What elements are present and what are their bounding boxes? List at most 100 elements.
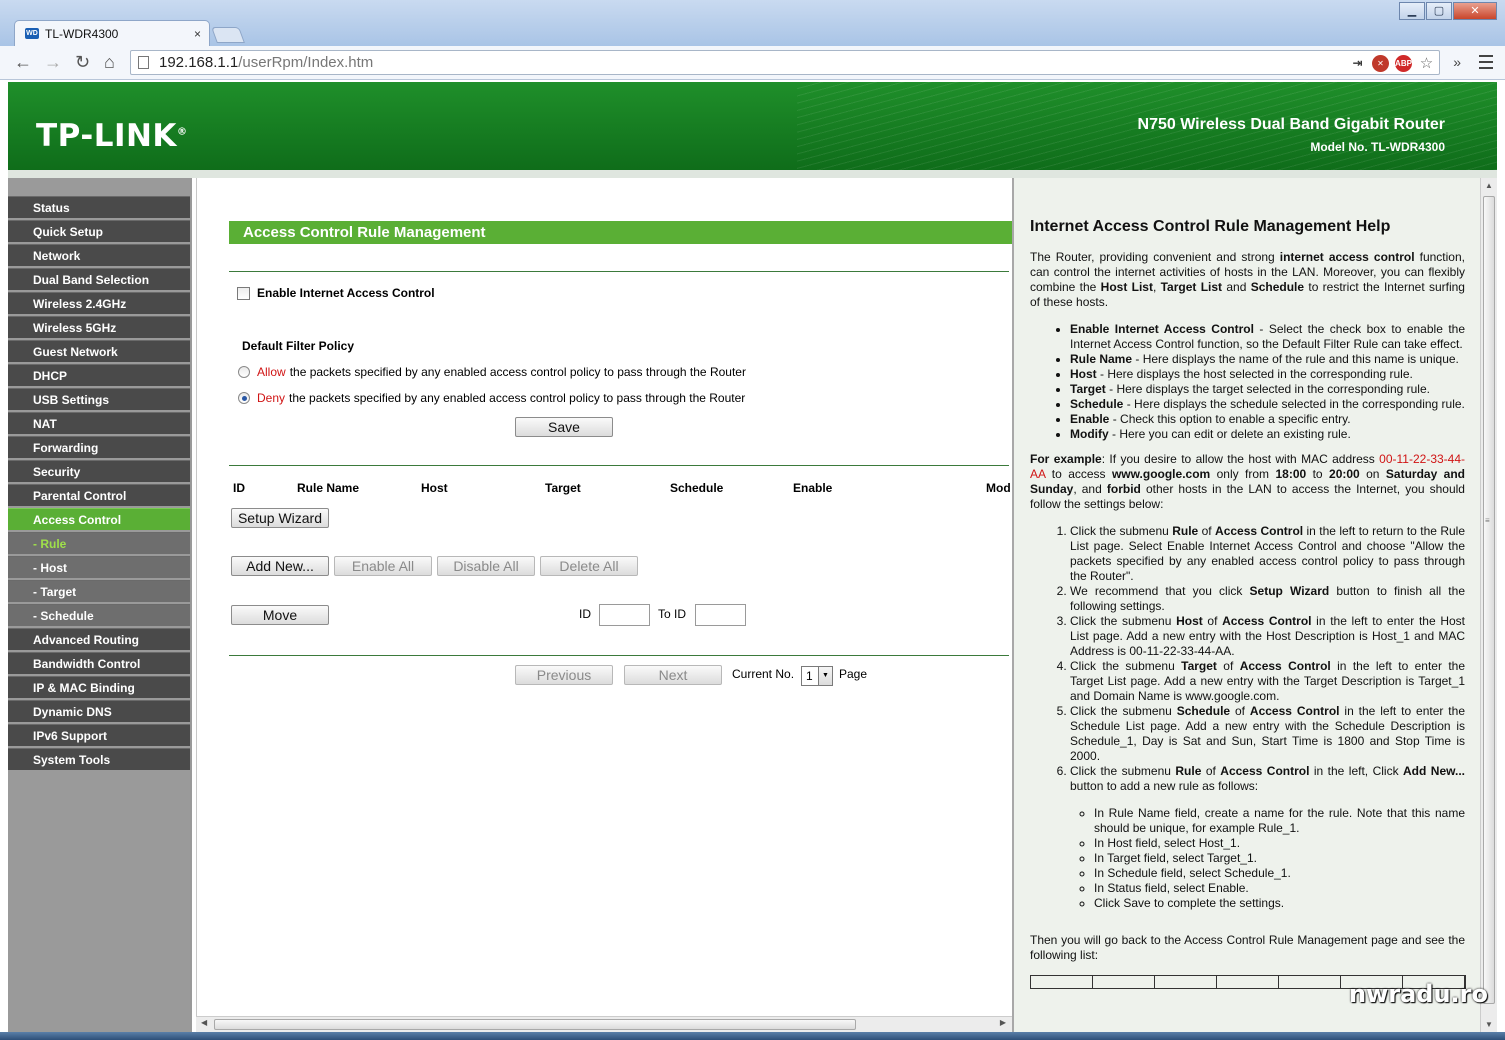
add-new-button[interactable]: Add New... xyxy=(231,556,329,576)
deny-policy-row: Deny the packets specified by any enable… xyxy=(238,391,745,405)
disable-all-button[interactable]: Disable All xyxy=(437,556,535,576)
os-taskbar xyxy=(0,1032,1505,1040)
main-frame: Access Control Rule Management Enable In… xyxy=(196,178,1013,1032)
list-item: We recommend that you click Setup Wizard… xyxy=(1070,584,1465,614)
current-page-select[interactable]: 1 ▼ xyxy=(801,666,833,686)
allow-policy-text: the packets specified by any enabled acc… xyxy=(289,365,746,379)
adblock-icon[interactable]: ABP xyxy=(1395,55,1412,72)
scroll-grip-icon: ≡ xyxy=(1485,516,1490,525)
close-window-button[interactable]: ✕ xyxy=(1453,2,1497,20)
enable-all-button[interactable]: Enable All xyxy=(334,556,432,576)
browser-toolbar: ← → ↻ ⌂ 192.168.1.1/userRpm/Index.htm ⇥ … xyxy=(0,46,1505,80)
submenu-item-target[interactable]: - Target xyxy=(8,580,190,602)
menu-item-advanced-routing[interactable]: Advanced Routing xyxy=(8,628,190,650)
help-example: For example: If you desire to allow the … xyxy=(1030,452,1466,511)
allow-policy-radio[interactable] xyxy=(238,366,250,378)
submenu-item-schedule[interactable]: - Schedule xyxy=(8,604,190,626)
help-steps: Click the submenu Rule of Access Control… xyxy=(1070,524,1465,911)
pin-icon[interactable]: ⇥ xyxy=(1349,55,1366,72)
menu-item-status[interactable]: Status xyxy=(8,196,190,218)
list-item: Enable Internet Access Control - Select … xyxy=(1070,322,1465,352)
help-field-list: Enable Internet Access Control - Select … xyxy=(1070,322,1465,442)
to-id-label: To ID xyxy=(658,607,687,621)
enable-access-control-label: Enable Internet Access Control xyxy=(257,286,435,300)
vertical-scroll-thumb[interactable] xyxy=(1483,196,1495,1004)
divider xyxy=(229,655,1009,656)
vertical-scrollbar[interactable]: ▲ ≡ ▼ xyxy=(1480,178,1497,1032)
list-item: In Status field, select Enable. xyxy=(1094,881,1465,896)
minimize-button[interactable]: ▁ xyxy=(1399,2,1425,20)
browser-tab[interactable]: WD TL-WDR4300 × xyxy=(14,20,210,46)
enable-access-control-row: Enable Internet Access Control xyxy=(237,286,435,300)
new-tab-button[interactable] xyxy=(211,27,245,43)
menu-item-bandwidth-control[interactable]: Bandwidth Control xyxy=(8,652,190,674)
menu-item-usb-settings[interactable]: USB Settings xyxy=(8,388,190,410)
scroll-right-icon[interactable]: ▶ xyxy=(1000,1018,1006,1027)
col-host: Host xyxy=(421,481,448,495)
enable-access-control-checkbox[interactable] xyxy=(237,286,250,300)
menu-item-quick-setup[interactable]: Quick Setup xyxy=(8,220,190,242)
list-item: In Host field, select Host_1. xyxy=(1094,836,1465,851)
col-enable: Enable xyxy=(793,481,833,495)
horizontal-scrollbar[interactable]: ◀ ▶ xyxy=(196,1016,1012,1032)
menu-item-wireless-5ghz[interactable]: Wireless 5GHz xyxy=(8,316,190,338)
browser-menu-icon[interactable] xyxy=(1479,55,1493,69)
reload-icon[interactable]: ↻ xyxy=(75,52,90,73)
scroll-up-icon[interactable]: ▲ xyxy=(1485,181,1493,190)
help-title: Internet Access Control Rule Management … xyxy=(1030,218,1391,235)
menu-item-access-control[interactable]: Access Control xyxy=(8,508,190,530)
maximize-button[interactable]: ▢ xyxy=(1426,2,1452,20)
menu-item-wireless-24ghz[interactable]: Wireless 2.4GHz xyxy=(8,292,190,314)
deny-policy-radio[interactable] xyxy=(238,392,250,404)
submenu-item-host[interactable]: - Host xyxy=(8,556,190,578)
menu-item-ip-mac-binding[interactable]: IP & MAC Binding xyxy=(8,676,190,698)
help-intro: The Router, providing convenient and str… xyxy=(1030,250,1465,309)
previous-button[interactable]: Previous xyxy=(515,665,613,685)
menu-item-ipv6-support[interactable]: IPv6 Support xyxy=(8,724,190,746)
list-item: Enable - Check this option to enable a s… xyxy=(1070,412,1465,427)
id-label: ID xyxy=(579,607,591,621)
forward-arrow-icon[interactable]: → xyxy=(44,52,62,73)
menu-item-dynamic-dns[interactable]: Dynamic DNS xyxy=(8,700,190,722)
menu-item-guest-network[interactable]: Guest Network xyxy=(8,340,190,362)
menu-item-nat[interactable]: NAT xyxy=(8,412,190,434)
menu-item-parental-control[interactable]: Parental Control xyxy=(8,484,190,506)
move-button[interactable]: Move xyxy=(231,605,329,625)
scroll-left-icon[interactable]: ◀ xyxy=(201,1018,207,1027)
home-icon[interactable]: ⌂ xyxy=(104,52,115,73)
move-to-id-input[interactable] xyxy=(695,604,746,626)
delete-all-button[interactable]: Delete All xyxy=(540,556,638,576)
horizontal-scroll-thumb[interactable] xyxy=(214,1019,856,1030)
menu-item-dual-band-selection[interactable]: Dual Band Selection xyxy=(8,268,190,290)
current-no-label: Current No. xyxy=(732,667,795,681)
blocker-icon[interactable]: ✕ xyxy=(1372,55,1389,72)
list-item: Host - Here displays the host selected i… xyxy=(1070,367,1465,382)
url-host: 192.168.1.1 xyxy=(159,54,239,71)
save-button[interactable]: Save xyxy=(515,417,613,437)
more-extensions-icon[interactable]: » xyxy=(1453,54,1461,70)
next-button[interactable]: Next xyxy=(624,665,722,685)
menu-item-network[interactable]: Network xyxy=(8,244,190,266)
setup-wizard-button[interactable]: Setup Wizard xyxy=(231,508,329,528)
menu-item-security[interactable]: Security xyxy=(8,460,190,482)
menu-item-forwarding[interactable]: Forwarding xyxy=(8,436,190,458)
scroll-down-icon[interactable]: ▼ xyxy=(1485,1020,1493,1029)
menu-item-system-tools[interactable]: System Tools xyxy=(8,748,190,770)
dropdown-arrow-icon: ▼ xyxy=(818,667,832,685)
star-icon[interactable]: ☆ xyxy=(1418,55,1435,72)
list-item: Click the submenu Target of Access Contr… xyxy=(1070,659,1465,704)
menu-item-dhcp[interactable]: DHCP xyxy=(8,364,190,386)
move-id-input[interactable] xyxy=(599,604,650,626)
submenu-item-rule[interactable]: - Rule xyxy=(8,532,190,554)
list-item: Target - Here displays the target select… xyxy=(1070,382,1465,397)
back-arrow-icon[interactable]: ← xyxy=(14,52,32,73)
col-target: Target xyxy=(545,481,581,495)
allow-policy-row: Allow the packets specified by any enabl… xyxy=(238,365,746,379)
tab-close-icon[interactable]: × xyxy=(194,27,201,41)
list-item: In Schedule field, select Schedule_1. xyxy=(1094,866,1465,881)
tab-favicon-icon: WD xyxy=(25,28,39,39)
page-icon xyxy=(138,56,149,69)
address-bar[interactable]: 192.168.1.1/userRpm/Index.htm xyxy=(130,50,1440,75)
product-name: N750 Wireless Dual Band Gigabit Router xyxy=(1137,116,1445,133)
section-title: Access Control Rule Management xyxy=(229,221,1013,244)
